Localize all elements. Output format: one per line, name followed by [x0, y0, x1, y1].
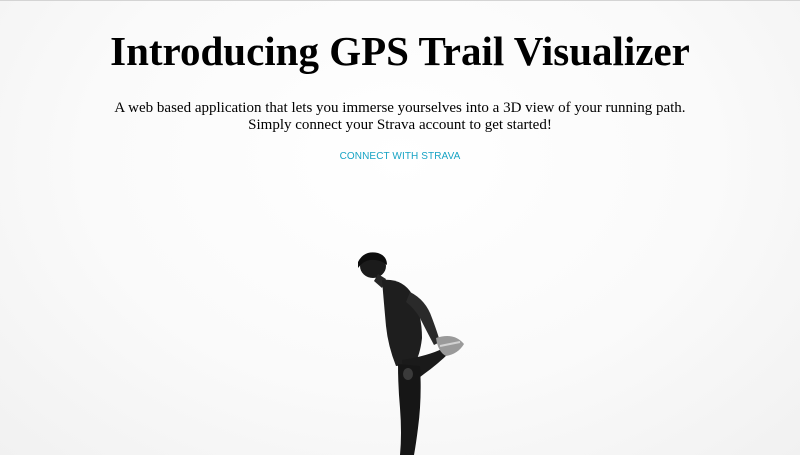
runner-stretching-photo — [358, 252, 464, 455]
runner-torso — [382, 279, 422, 366]
top-border — [0, 0, 800, 1]
hero-description-line-1: A web based application that lets you im… — [114, 100, 686, 116]
connect-with-strava-link[interactable]: CONNECT WITH STRAVA — [0, 150, 800, 163]
hero-description-line-2: Simply connect your Strava account to ge… — [248, 117, 552, 133]
hero-description: A web based application that lets you im… — [0, 100, 800, 134]
page-title: Introducing GPS Trail Visualizer — [110, 28, 690, 74]
